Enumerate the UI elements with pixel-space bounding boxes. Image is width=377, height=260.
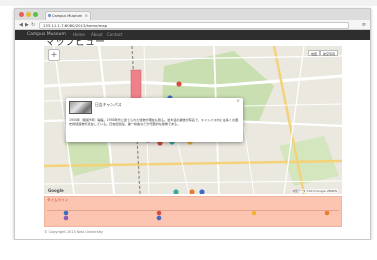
info-window-body: 1934年（昭和9年）開設。1930年代に建てられた建物が現在も残る。並木道の銀… — [69, 118, 239, 127]
browser-toolbar: ◀ ▶ ↻ 133.11.1.7:8080/2013/home/map ≡ — [15, 20, 370, 30]
map-attribution: 地図データ ©2013 Google, ZENRIN — [291, 189, 338, 193]
copyright: © Copyright 2013 Keio University — [44, 230, 104, 234]
favicon-icon — [48, 14, 51, 17]
tab-title: Campus Museum — [52, 14, 83, 18]
browser-tab[interactable]: Campus Museum × — [45, 11, 91, 20]
close-icon[interactable]: × — [236, 99, 240, 104]
maximize-window-icon[interactable] — [33, 12, 38, 17]
back-icon[interactable]: ◀ — [19, 21, 23, 29]
screenshot-background — [0, 0, 377, 6]
map-type-satellite[interactable]: 航空写真 — [319, 50, 338, 56]
google-logo: Google — [48, 188, 64, 193]
address-bar[interactable]: 133.11.1.7:8080/2013/home/map — [39, 21, 349, 29]
minimize-window-icon[interactable] — [26, 12, 31, 17]
screenshot-bottom — [0, 240, 377, 260]
timeline-strip: タイムライン — [44, 196, 342, 227]
forward-icon[interactable]: ▶ — [25, 21, 29, 29]
timeline-markers — [63, 210, 330, 221]
map-type-toggle[interactable]: 地図 航空写真 — [307, 50, 338, 56]
close-window-icon[interactable] — [19, 12, 24, 17]
map-info-window: 日吉キャンパス × 1934年（昭和9年）開設。1930年代に建てられた建物が現… — [66, 98, 243, 142]
info-window-title: 日吉キャンパス — [95, 102, 122, 107]
menu-icon[interactable]: ≡ — [362, 21, 366, 29]
zoom-control[interactable]: + — [48, 49, 60, 61]
map-type-map[interactable]: 地図 — [307, 50, 320, 56]
info-window-photo — [69, 101, 92, 114]
reload-icon[interactable]: ↻ — [31, 21, 35, 29]
close-tab-icon[interactable]: × — [85, 12, 88, 20]
nav-link-contact[interactable]: Contact — [107, 30, 123, 40]
tab-bar: Campus Museum × — [15, 9, 370, 20]
